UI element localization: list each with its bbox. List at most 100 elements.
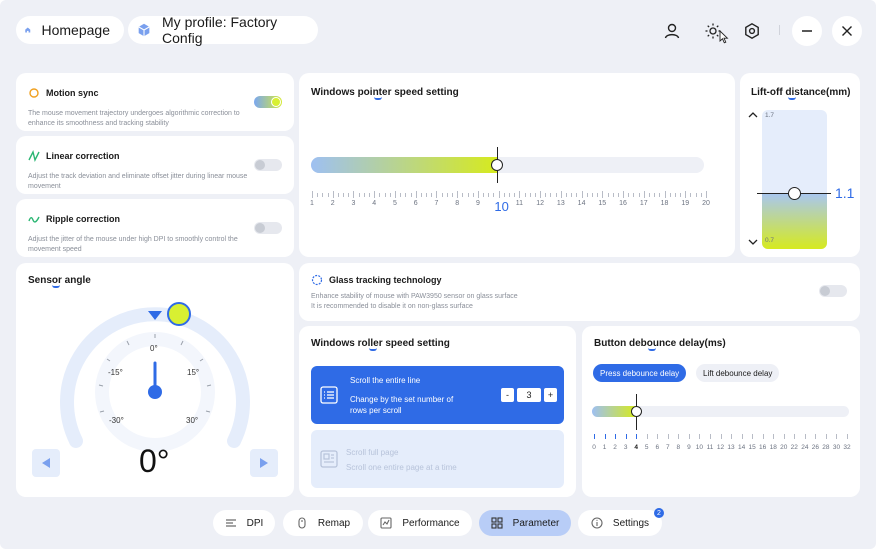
tick-mark bbox=[353, 191, 355, 198]
tick-mark bbox=[604, 434, 606, 439]
dial-label-30: 30° bbox=[186, 416, 199, 425]
tick-mark bbox=[654, 193, 656, 197]
sensor-dial[interactable] bbox=[52, 299, 258, 459]
tick-label: 16 bbox=[759, 444, 767, 451]
glass-tracking-toggle[interactable] bbox=[819, 285, 847, 297]
tick-mark bbox=[467, 193, 469, 197]
tick-mark bbox=[700, 193, 702, 197]
tick-mark bbox=[343, 193, 345, 197]
tick-label: 5 bbox=[644, 444, 649, 451]
tick-mark bbox=[602, 191, 604, 198]
tick-mark bbox=[493, 193, 495, 197]
tick-mark bbox=[633, 193, 635, 197]
debounce-handle[interactable] bbox=[630, 406, 642, 417]
lift-debounce-tab[interactable]: Lift debounce delay bbox=[696, 364, 780, 382]
title-underline bbox=[788, 97, 796, 100]
liftoff-handle[interactable] bbox=[788, 186, 801, 200]
minimize-button[interactable] bbox=[792, 16, 822, 46]
tick-mark bbox=[847, 434, 848, 439]
nav-dpi[interactable]: DPI bbox=[213, 510, 275, 536]
pointer-speed-track[interactable] bbox=[311, 157, 704, 173]
tick-label: 9 bbox=[687, 444, 691, 451]
scroll-page-title: Scroll full page bbox=[346, 448, 399, 457]
tick-mark bbox=[612, 193, 614, 197]
device-settings-button[interactable] bbox=[739, 18, 765, 44]
tick-mark bbox=[643, 191, 645, 198]
scroll-page-option[interactable]: Scroll full page Scroll one entire page … bbox=[311, 430, 564, 488]
tick-mark bbox=[534, 193, 536, 197]
user-icon bbox=[664, 23, 680, 39]
rows-value-input[interactable]: 3 bbox=[517, 388, 541, 402]
angle-left-button[interactable] bbox=[32, 449, 60, 477]
tick-label: 2 bbox=[613, 444, 617, 451]
nav-remap-label: Remap bbox=[317, 517, 351, 529]
tick-mark bbox=[509, 193, 510, 197]
tick-mark bbox=[405, 193, 407, 197]
scroll-line-option[interactable]: Scroll the entire line Change by the set… bbox=[311, 366, 564, 424]
title-underline bbox=[648, 348, 656, 351]
tick-label: 13 bbox=[727, 444, 735, 451]
tick-mark bbox=[628, 193, 630, 197]
tick-label: 16 bbox=[619, 200, 627, 207]
close-button[interactable] bbox=[832, 16, 862, 46]
nav-remap[interactable]: Remap bbox=[283, 510, 363, 536]
profile-button[interactable]: My profile: Factory Config bbox=[128, 14, 318, 46]
tick-mark bbox=[363, 193, 365, 197]
tick-mark bbox=[674, 193, 676, 197]
tick-mark bbox=[317, 193, 319, 197]
tick-mark bbox=[369, 193, 371, 197]
liftoff-track[interactable] bbox=[762, 110, 827, 249]
rows-decrement-button[interactable]: - bbox=[501, 388, 514, 402]
tick-label: 7 bbox=[434, 200, 439, 207]
nav-parameter[interactable]: Parameter bbox=[479, 510, 571, 536]
tick-label: 0 bbox=[592, 444, 596, 451]
minus-icon bbox=[802, 30, 812, 32]
mouse-icon bbox=[298, 517, 306, 529]
tick-mark bbox=[420, 193, 422, 197]
tick-mark bbox=[667, 434, 669, 439]
tick-label: 20 bbox=[780, 444, 788, 451]
tick-mark bbox=[436, 191, 438, 198]
nav-performance[interactable]: Performance bbox=[368, 510, 472, 536]
tick-label: 24 bbox=[801, 444, 809, 451]
nav-settings-label: Settings bbox=[612, 517, 650, 529]
tick-label: 9 bbox=[475, 200, 480, 207]
tick-mark bbox=[678, 434, 680, 439]
chevron-up-icon[interactable] bbox=[748, 111, 758, 119]
homepage-button[interactable]: Homepage bbox=[16, 16, 124, 44]
sensor-angle-value: 0° bbox=[139, 443, 170, 479]
liftoff-max-label: 1.7 bbox=[765, 112, 775, 119]
motion-sync-toggle[interactable] bbox=[254, 96, 282, 108]
title-underline bbox=[369, 348, 377, 351]
tick-label: 22 bbox=[790, 444, 798, 451]
tick-label: 14 bbox=[737, 444, 746, 451]
tick-mark bbox=[394, 191, 396, 198]
tick-mark bbox=[685, 191, 687, 198]
motion-sync-card: Motion sync The mouse movement trajector… bbox=[16, 73, 294, 131]
press-debounce-tab[interactable]: Press debounce delay bbox=[593, 364, 687, 382]
tick-mark bbox=[636, 434, 638, 439]
user-button[interactable] bbox=[659, 18, 685, 44]
profile-label: My profile: Factory Config bbox=[162, 14, 278, 46]
liftoff-min-label: 0.7 bbox=[765, 237, 775, 244]
tick-label: 17 bbox=[639, 200, 648, 207]
page-icon bbox=[320, 450, 338, 468]
circle-icon bbox=[29, 88, 39, 98]
tick-mark bbox=[688, 434, 690, 439]
tick-label: 12 bbox=[536, 200, 544, 207]
tick-label: 8 bbox=[455, 200, 460, 207]
tick-mark bbox=[594, 434, 595, 439]
tick-mark bbox=[597, 193, 599, 197]
tick-mark bbox=[752, 434, 754, 439]
tick-mark bbox=[615, 434, 617, 439]
ripple-correction-title: Ripple correction bbox=[46, 214, 121, 224]
nav-settings[interactable]: Settings bbox=[578, 510, 662, 536]
tick-label: 30 bbox=[832, 444, 841, 451]
home-icon bbox=[25, 27, 31, 33]
hexagon-gear-icon bbox=[745, 22, 759, 40]
ripple-correction-toggle[interactable] bbox=[254, 222, 282, 234]
chevron-down-icon[interactable] bbox=[748, 238, 758, 246]
linear-correction-toggle[interactable] bbox=[254, 159, 282, 171]
angle-right-button[interactable] bbox=[250, 449, 278, 477]
rows-increment-button[interactable]: + bbox=[544, 388, 557, 402]
